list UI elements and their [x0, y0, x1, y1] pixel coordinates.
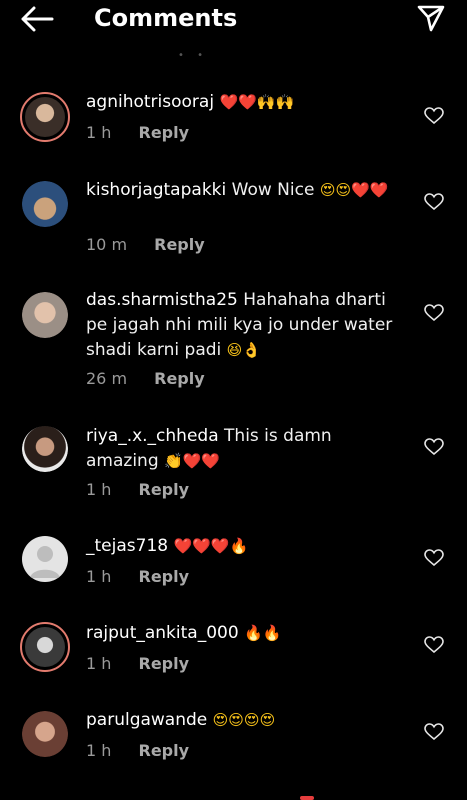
- comment-username[interactable]: kishorjagtapakki: [86, 180, 226, 200]
- comment-text: parulgawande 😍😍😍😍: [86, 708, 402, 733]
- send-icon[interactable]: [417, 4, 445, 32]
- avatar[interactable]: [22, 711, 68, 757]
- comment-time: 1 h: [86, 123, 112, 142]
- like-heart-icon[interactable]: [424, 304, 444, 322]
- comment-emojis: 😍😍😍😍: [212, 711, 276, 729]
- like-heart-icon[interactable]: [424, 549, 444, 567]
- comment-time: 10 m: [86, 235, 128, 254]
- scroll-hint: • •: [178, 50, 208, 61]
- reply-button[interactable]: Reply: [139, 741, 190, 760]
- reply-button[interactable]: Reply: [154, 369, 205, 388]
- like-heart-icon[interactable]: [424, 438, 444, 456]
- comment-text: riya_.x._chheda This is damn amazing 👏❤️…: [86, 424, 402, 474]
- reply-button[interactable]: Reply: [154, 235, 205, 254]
- avatar-image: [22, 426, 68, 472]
- comment-meta: 1 h Reply: [86, 480, 189, 499]
- avatar-image: [25, 627, 65, 667]
- avatar-image: [22, 292, 68, 338]
- avatar[interactable]: [22, 181, 68, 227]
- like-heart-icon[interactable]: [424, 723, 444, 741]
- comment-text: _tejas718 ❤️❤️❤️🔥: [86, 534, 402, 559]
- top-bar: Comments: [0, 0, 467, 44]
- comment-text: rajput_ankita_000 🔥🔥: [86, 621, 402, 646]
- reply-button[interactable]: Reply: [139, 654, 190, 673]
- comment-meta: 26 m Reply: [86, 369, 205, 388]
- avatar[interactable]: [20, 92, 70, 142]
- like-heart-icon[interactable]: [424, 193, 444, 211]
- comment-time: 1 h: [86, 741, 112, 760]
- back-arrow-icon[interactable]: [20, 6, 54, 32]
- comment-emojis: ❤️❤️❤️🔥: [173, 537, 249, 555]
- comment-meta: 1 h Reply: [86, 741, 189, 760]
- comment-time: 1 h: [86, 567, 112, 586]
- avatar-image: [25, 97, 65, 137]
- comment-text: agnihotrisooraj ❤️❤️🙌🙌: [86, 90, 402, 115]
- comment-username[interactable]: agnihotrisooraj: [86, 92, 214, 112]
- comment-meta: 1 h Reply: [86, 654, 189, 673]
- comment-meta: 1 h Reply: [86, 123, 189, 142]
- avatar[interactable]: [22, 292, 68, 338]
- avatar[interactable]: [20, 622, 70, 672]
- like-heart-icon[interactable]: [424, 107, 444, 125]
- like-heart-icon[interactable]: [424, 636, 444, 654]
- comment-username[interactable]: das.sharmistha25: [86, 290, 238, 310]
- comment-meta: 10 m Reply: [86, 235, 205, 254]
- avatar-image: [22, 711, 68, 757]
- reply-button[interactable]: Reply: [139, 123, 190, 142]
- comment-time: 1 h: [86, 654, 112, 673]
- comment-time: 26 m: [86, 369, 128, 388]
- comment-username[interactable]: _tejas718: [86, 536, 168, 556]
- comment-emojis: 🔥🔥: [244, 624, 282, 642]
- comment-body: Wow Nice: [231, 180, 315, 200]
- comment-username[interactable]: rajput_ankita_000: [86, 623, 239, 643]
- avatar[interactable]: [22, 426, 68, 472]
- default-avatar-icon: [30, 546, 60, 578]
- comment-username[interactable]: parulgawande: [86, 710, 207, 730]
- comment-username[interactable]: riya_.x._chheda: [86, 426, 219, 446]
- comment-emojis: 👏❤️❤️: [164, 452, 221, 470]
- scroll-hint: [300, 796, 314, 800]
- comment-text: das.sharmistha25 Hahahaha dharti pe jaga…: [86, 288, 402, 363]
- comment-emojis: 😍😍❤️❤️: [319, 181, 389, 199]
- avatar[interactable]: [22, 536, 68, 582]
- reply-button[interactable]: Reply: [139, 480, 190, 499]
- comment-text: kishorjagtapakki Wow Nice 😍😍❤️❤️: [86, 178, 402, 203]
- comment-meta: 1 h Reply: [86, 567, 189, 586]
- comment-emojis: 😆👌: [226, 341, 261, 359]
- page-title: Comments: [94, 4, 238, 32]
- avatar-image: [22, 181, 68, 227]
- comment-emojis: ❤️❤️🙌🙌: [219, 93, 295, 111]
- reply-button[interactable]: Reply: [139, 567, 190, 586]
- comment-time: 1 h: [86, 480, 112, 499]
